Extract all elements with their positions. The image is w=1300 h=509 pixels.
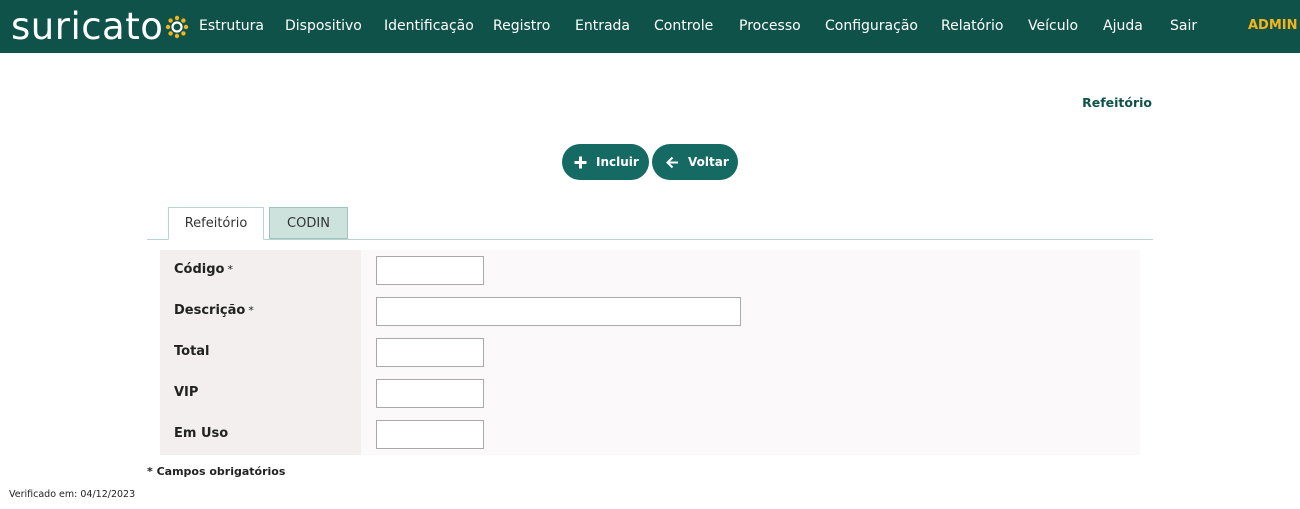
menu-item-entrada[interactable]: Entrada	[575, 18, 630, 34]
refeitorio-form: Código * Descrição * Total VIP Em Uso	[160, 250, 1140, 455]
plus-icon	[574, 156, 587, 168]
main-menu: Estrutura Dispositivo Identificação Regi…	[0, 0, 1300, 53]
menu-item-identificacao[interactable]: Identificação	[384, 18, 474, 34]
page-title: Refeitório	[1082, 95, 1152, 110]
menu-item-sair[interactable]: Sair	[1170, 18, 1197, 34]
required-mark: *	[227, 263, 233, 276]
include-button-label: Incluir	[596, 155, 639, 169]
menu-item-dispositivo[interactable]: Dispositivo	[285, 18, 362, 34]
top-navigation-bar: suricato Estrutura Dispositivo Identific…	[0, 0, 1300, 53]
menu-item-controle[interactable]: Controle	[654, 18, 713, 34]
required-fields-note: * Campos obrigatórios	[147, 465, 286, 478]
back-button[interactable]: Voltar	[652, 144, 738, 180]
verified-date: Verificado em: 04/12/2023	[9, 489, 136, 500]
required-mark: *	[248, 304, 254, 317]
total-label: Total	[174, 344, 210, 359]
codigo-label-text: Código	[174, 262, 225, 277]
menu-item-estrutura[interactable]: Estrutura	[199, 18, 264, 34]
descricao-label: Descrição *	[174, 303, 254, 318]
codigo-input[interactable]	[376, 256, 484, 285]
vip-label: VIP	[174, 385, 199, 400]
current-user[interactable]: ADMIN	[1248, 18, 1298, 33]
descricao-label-text: Descrição	[174, 303, 246, 318]
menu-item-configuracao[interactable]: Configuração	[825, 18, 918, 34]
tab-codin[interactable]: CODIN	[269, 207, 348, 239]
codigo-label: Código *	[174, 262, 233, 277]
descricao-input[interactable]	[376, 297, 741, 326]
menu-item-relatorio[interactable]: Relatório	[941, 18, 1003, 34]
menu-item-registro[interactable]: Registro	[493, 18, 550, 34]
include-button[interactable]: Incluir	[562, 144, 649, 180]
back-button-label: Voltar	[688, 155, 729, 169]
vip-input[interactable]	[376, 379, 484, 408]
tab-refeitorio[interactable]: Refeitório	[168, 207, 264, 240]
menu-item-processo[interactable]: Processo	[739, 18, 801, 34]
tab-divider	[147, 239, 1153, 240]
menu-item-ajuda[interactable]: Ajuda	[1103, 18, 1143, 34]
arrow-left-icon	[666, 156, 678, 168]
em-uso-input[interactable]	[376, 420, 484, 449]
menu-item-veiculo[interactable]: Veículo	[1028, 18, 1078, 34]
total-input[interactable]	[376, 338, 484, 367]
em-uso-label: Em Uso	[174, 426, 229, 441]
